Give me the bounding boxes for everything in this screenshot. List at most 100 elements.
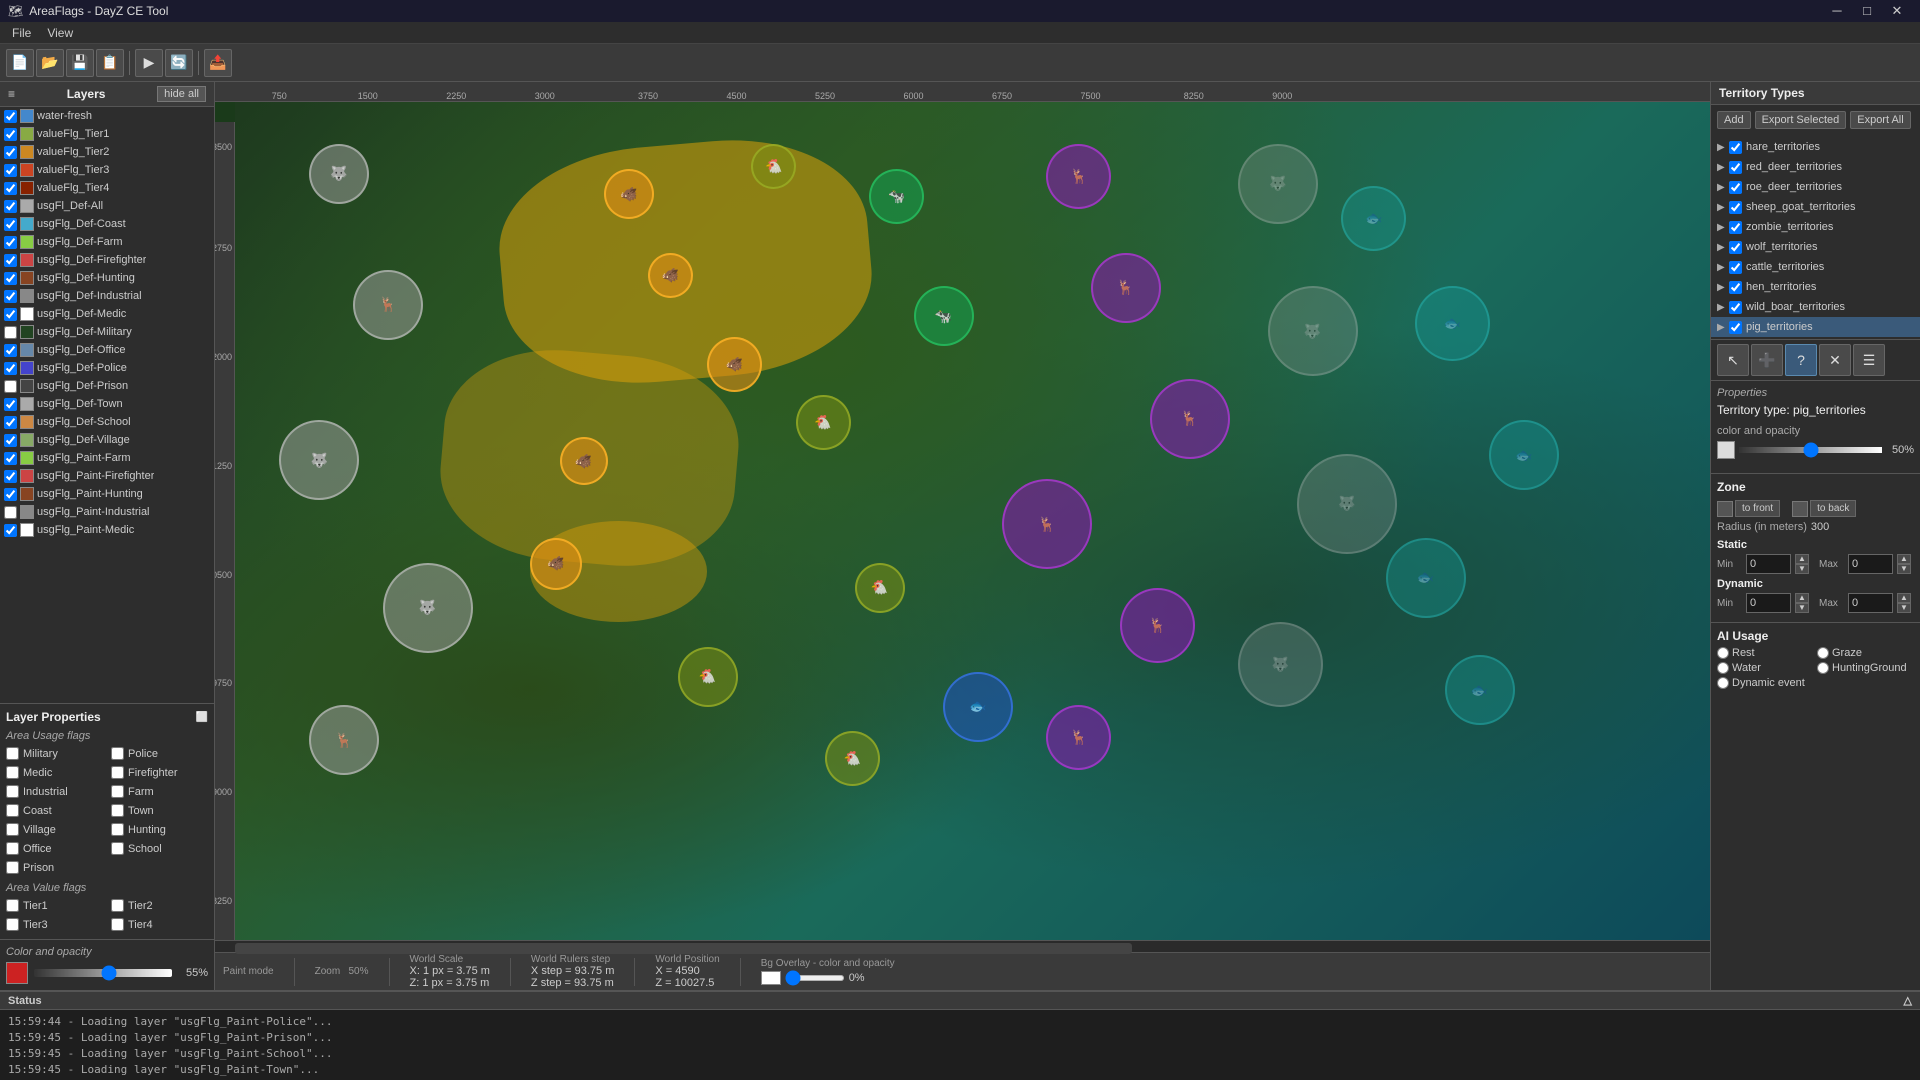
layer-checkbox-20[interactable] [4,470,17,483]
tool-delete[interactable]: ✕ [1819,344,1851,376]
layer-item-usgFlg-Def-Medic[interactable]: usgFlg_Def-Medic [0,305,214,323]
layer-checkbox-18[interactable] [4,434,17,447]
tool-add[interactable]: ➕ [1751,344,1783,376]
territory-row-pig[interactable]: ▶ pig_territories [1711,317,1920,337]
territory-row-roe-deer[interactable]: ▶ roe_deer_territories [1711,177,1920,197]
layer-checkbox-5[interactable] [4,200,17,213]
static-min-spin-up[interactable]: ▲ [1795,554,1809,564]
layer-item-usgFlg-Def-Prison[interactable]: usgFlg_Def-Prison [0,377,214,395]
layer-item-usgFlg-Def-Hunting[interactable]: usgFlg_Def-Hunting [0,269,214,287]
layer-checkbox-10[interactable] [4,290,17,303]
ai-dynamic-event-radio[interactable] [1717,677,1729,689]
flag-military-checkbox[interactable] [6,747,19,760]
flag-village-checkbox[interactable] [6,823,19,836]
layer-checkbox-12[interactable] [4,326,17,339]
flag-medic-checkbox[interactable] [6,766,19,779]
map-horizontal-scrollbar[interactable] [215,940,1710,952]
layer-item-usgFl-Def-All[interactable]: usgFl_Def-All [0,197,214,215]
layer-item-valueFlg-Tier3[interactable]: valueFlg_Tier3 [0,161,214,179]
flag-firefighter-checkbox[interactable] [111,766,124,779]
toolbar-open-folder[interactable]: 📂 [36,49,64,77]
static-min-spin-down[interactable]: ▼ [1795,564,1809,574]
territory-check-hen[interactable] [1729,281,1742,294]
right-color-swatch[interactable] [1717,441,1735,459]
minimize-button[interactable]: ─ [1822,0,1852,22]
territory-row-wolf[interactable]: ▶ wolf_territories [1711,237,1920,257]
layer-checkbox-15[interactable] [4,380,17,393]
opacity-slider[interactable] [34,969,172,977]
flag-hunting-checkbox[interactable] [111,823,124,836]
layer-item-usgFlg-Def-Office[interactable]: usgFlg_Def-Office [0,341,214,359]
layer-item-usgFlg-Def-School[interactable]: usgFlg_Def-School [0,413,214,431]
territory-check-red-deer[interactable] [1729,161,1742,174]
flag-school-checkbox[interactable] [111,842,124,855]
layer-checkbox-16[interactable] [4,398,17,411]
dynamic-min-spin-up[interactable]: ▲ [1795,593,1809,603]
layer-checkbox-1[interactable] [4,128,17,141]
map-canvas[interactable]: 🐺 🦌 🐺 🐺 🦌 🐗 🐗 🐗 🐗 🐗 🦌 🦌 🦌 🦌 🦌 🦌 [235,102,1710,940]
layer-item-valueFlg-Tier1[interactable]: valueFlg_Tier1 [0,125,214,143]
toolbar-new[interactable]: 📄 [6,49,34,77]
layer-item-usgFlg-Def-Firefighter[interactable]: usgFlg_Def-Firefighter [0,251,214,269]
tool-list[interactable]: ☰ [1853,344,1885,376]
territory-row-red-deer[interactable]: ▶ red_deer_territories [1711,157,1920,177]
flag-farm-checkbox[interactable] [111,785,124,798]
layer-checkbox-23[interactable] [4,524,17,537]
layer-checkbox-13[interactable] [4,344,17,357]
layer-item-usgFlg-Def-Farm[interactable]: usgFlg_Def-Farm [0,233,214,251]
menu-file[interactable]: File [4,24,39,42]
static-min-input[interactable] [1746,554,1791,574]
flag-office-checkbox[interactable] [6,842,19,855]
layer-item-usgFlg-Def-Military[interactable]: usgFlg_Def-Military [0,323,214,341]
color-swatch[interactable] [6,962,28,984]
export-selected-button[interactable]: Export Selected [1755,111,1847,129]
layer-checkbox-17[interactable] [4,416,17,429]
flag-industrial-checkbox[interactable] [6,785,19,798]
toolbar-export[interactable]: 📤 [204,49,232,77]
territory-row-cattle[interactable]: ▶ cattle_territories [1711,257,1920,277]
territory-check-roe-deer[interactable] [1729,181,1742,194]
layer-item-usgFlg-Def-Village[interactable]: usgFlg_Def-Village [0,431,214,449]
flag-tier2-checkbox[interactable] [111,899,124,912]
layer-item-usgFlg-Def-Industrial[interactable]: usgFlg_Def-Industrial [0,287,214,305]
layer-item-valueFlg-Tier4[interactable]: valueFlg_Tier4 [0,179,214,197]
territory-row-sheep-goat[interactable]: ▶ sheep_goat_territories [1711,197,1920,217]
flag-police-checkbox[interactable] [111,747,124,760]
hide-all-button[interactable]: hide all [157,86,206,102]
static-max-spin-down[interactable]: ▼ [1897,564,1911,574]
flag-tier1-checkbox[interactable] [6,899,19,912]
territory-check-zombie[interactable] [1729,221,1742,234]
maximize-button[interactable]: □ [1852,0,1882,22]
layer-checkbox-6[interactable] [4,218,17,231]
toolbar-run[interactable]: ▶ [135,49,163,77]
ai-graze-radio[interactable] [1817,647,1829,659]
layer-item-usgFlg-Paint-Industrial[interactable]: usgFlg_Paint-Industrial [0,503,214,521]
territory-check-wild-boar[interactable] [1729,301,1742,314]
territory-check-hare[interactable] [1729,141,1742,154]
flag-tier4-checkbox[interactable] [111,918,124,931]
layer-checkbox-9[interactable] [4,272,17,285]
territory-row-zombie[interactable]: ▶ zombie_territories [1711,217,1920,237]
tool-cursor[interactable]: ↖ [1717,344,1749,376]
ai-rest-radio[interactable] [1717,647,1729,659]
dynamic-min-input[interactable] [1746,593,1791,613]
dynamic-max-input[interactable] [1848,593,1893,613]
to-back-button[interactable]: to back [1810,500,1856,517]
territory-check-cattle[interactable] [1729,261,1742,274]
layer-checkbox-4[interactable] [4,182,17,195]
ai-water-radio[interactable] [1717,662,1729,674]
territory-check-sheep-goat[interactable] [1729,201,1742,214]
layer-item-usgFlg-Paint-Medic[interactable]: usgFlg_Paint-Medic [0,521,214,539]
menu-view[interactable]: View [39,24,81,42]
layer-item-usgFlg-Def-Town[interactable]: usgFlg_Def-Town [0,395,214,413]
territory-row-hen[interactable]: ▶ hen_territories [1711,277,1920,297]
layer-item-usgFlg-Paint-Hunting[interactable]: usgFlg_Paint-Hunting [0,485,214,503]
toolbar-refresh[interactable]: 🔄 [165,49,193,77]
close-button[interactable]: ✕ [1882,0,1912,22]
layer-item-valueFlg-Tier2[interactable]: valueFlg_Tier2 [0,143,214,161]
layer-checkbox-11[interactable] [4,308,17,321]
layer-item-usgFlg-Def-Police[interactable]: usgFlg_Def-Police [0,359,214,377]
flag-town-checkbox[interactable] [111,804,124,817]
to-front-button[interactable]: to front [1735,500,1780,517]
bg-opacity-slider[interactable] [785,975,845,981]
